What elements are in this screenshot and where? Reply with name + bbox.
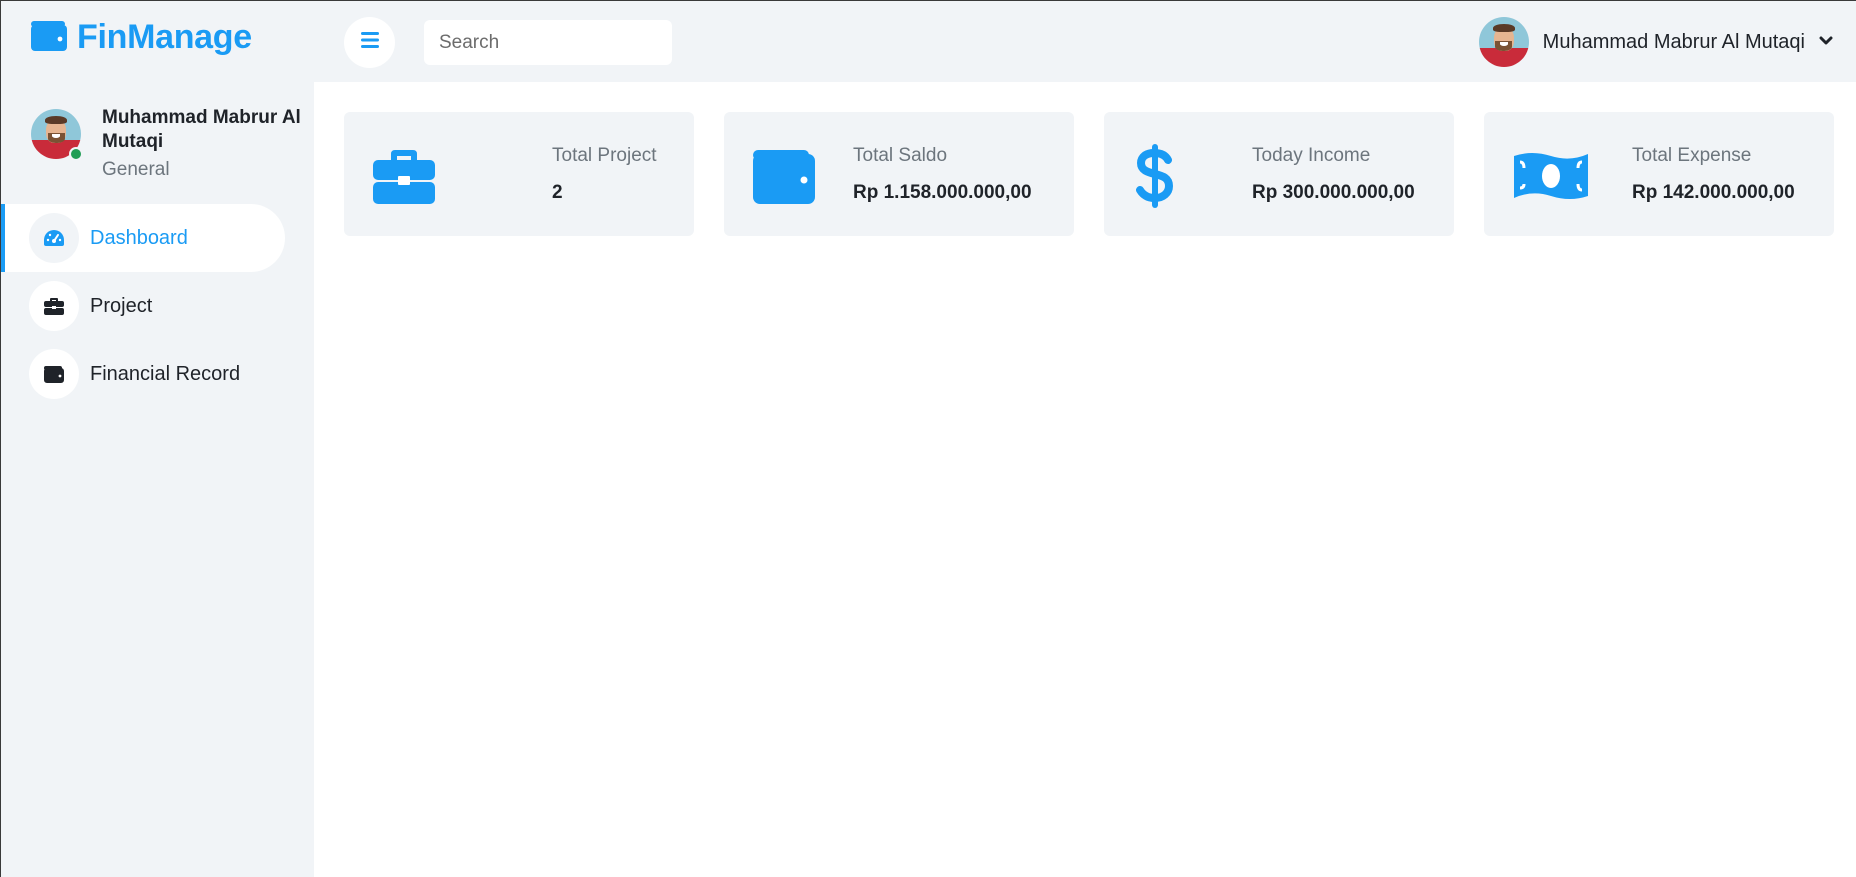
- search-input[interactable]: [424, 20, 672, 65]
- stat-card-today-income[interactable]: Today Income Rp 300.000.000,00: [1104, 112, 1454, 236]
- stat-title: Total Project: [552, 145, 657, 166]
- stat-card-total-saldo[interactable]: Total Saldo Rp 1.158.000.000,00: [724, 112, 1074, 236]
- sidebar-item-label: Dashboard: [90, 226, 188, 249]
- stat-title: Today Income: [1252, 145, 1371, 166]
- user-name: Muhammad Mabrur Al Mutaqi: [1542, 30, 1805, 53]
- hamburger-icon: [360, 31, 380, 54]
- brand-logo[interactable]: FinManage: [31, 17, 252, 57]
- stat-title: Total Expense: [1632, 145, 1752, 166]
- wallet-icon: [31, 19, 67, 56]
- sidebar-item-financial-record[interactable]: Financial Record: [1, 340, 314, 408]
- wallet-icon: [29, 349, 79, 399]
- sidebar-item-label: Financial Record: [90, 362, 241, 385]
- speedometer-icon: [29, 213, 79, 263]
- sidebar-nav: Dashboard Project Financial Record: [1, 204, 314, 408]
- stat-card-total-project[interactable]: Total Project 2: [344, 112, 694, 236]
- online-status-indicator: [69, 147, 83, 161]
- sidebar-item-dashboard[interactable]: Dashboard: [1, 204, 285, 272]
- top-navbar: FinManage Muhammad Mabrur Al Mutaqi: [1, 1, 1856, 82]
- sidebar-toggle-button[interactable]: [344, 17, 395, 68]
- brand-name: FinManage: [77, 17, 252, 56]
- sidebar: Muhammad Mabrur Al Mutaqi General Dashbo…: [1, 82, 314, 877]
- user-dropdown[interactable]: Muhammad Mabrur Al Mutaqi: [1478, 16, 1833, 68]
- dollar-icon: [1124, 144, 1186, 208]
- wallet-icon: [753, 145, 815, 207]
- avatar: [1478, 17, 1529, 67]
- profile-role: General: [102, 159, 170, 180]
- chevron-down-icon: [1819, 33, 1833, 51]
- stat-value: Rp 142.000.000,00: [1632, 182, 1795, 203]
- stat-card-total-expense[interactable]: Total Expense Rp 142.000.000,00: [1484, 112, 1834, 236]
- stat-value: Rp 300.000.000,00: [1252, 182, 1415, 203]
- sidebar-profile: Muhammad Mabrur Al Mutaqi General: [31, 96, 311, 180]
- main-content: Total Project 2 Total Saldo Rp 1.158.000…: [314, 82, 1856, 877]
- sidebar-item-project[interactable]: Project: [1, 272, 314, 340]
- sidebar-item-label: Project: [90, 294, 153, 317]
- stat-title: Total Saldo: [853, 145, 948, 166]
- briefcase-icon: [29, 281, 79, 331]
- briefcase-icon: [373, 145, 435, 207]
- profile-name: Muhammad Mabrur Al Mutaqi: [102, 107, 301, 152]
- stat-value: 2: [552, 182, 563, 203]
- stat-value: Rp 1.158.000.000,00: [853, 182, 1032, 203]
- money-bill-icon: [1512, 145, 1590, 207]
